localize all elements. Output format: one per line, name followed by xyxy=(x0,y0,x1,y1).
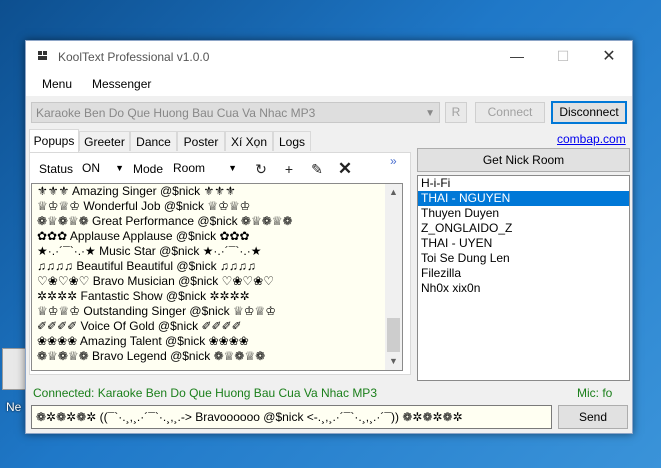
app-window: KoolText Professional v1.0.0 — ☐ ✕ Menu … xyxy=(25,40,633,434)
tab-dance[interactable]: Dance xyxy=(130,131,177,151)
list-item[interactable]: ♕♔♕♔ Wonderful Job @$nick ♕♔♕♔ xyxy=(32,199,402,214)
window-title: KoolText Professional v1.0.0 xyxy=(58,50,210,64)
pencil-icon[interactable]: ✎ xyxy=(306,158,328,180)
expand-icon[interactable]: » xyxy=(390,154,397,168)
menu-item-messenger[interactable]: Messenger xyxy=(92,77,151,91)
mode-label: Mode xyxy=(133,162,164,176)
scroll-thumb[interactable] xyxy=(387,318,400,352)
close-button[interactable]: ✕ xyxy=(586,41,632,72)
list-item[interactable]: Z_ONGLAIDO_Z xyxy=(418,221,629,236)
tab-greeter[interactable]: Greeter xyxy=(79,131,130,151)
list-item[interactable]: ★·.·´¯`·.·★ Music Star @$nick ★·.·´¯`·.·… xyxy=(32,244,402,259)
connect-button[interactable]: Connect xyxy=(475,102,545,123)
list-item[interactable]: ✿✿✿ Applause Applause @$nick ✿✿✿ xyxy=(32,229,402,244)
minimize-button[interactable]: — xyxy=(494,41,540,72)
list-item-selected[interactable]: THAI - NGUYEN xyxy=(418,191,629,206)
list-item[interactable]: H-i-Fi xyxy=(418,176,629,191)
tab-xi-xon[interactable]: Xí Xọn xyxy=(225,131,273,151)
chevron-down-icon: ▼ xyxy=(425,108,435,119)
scroll-up-icon[interactable]: ▲ xyxy=(385,184,402,201)
list-item[interactable]: ❁♕❁♕❁ Bravo Legend @$nick ❁♕❁♕❁ xyxy=(32,349,402,364)
refresh-icon[interactable]: ↻ xyxy=(250,158,272,180)
list-item[interactable]: THAI - UYEN xyxy=(418,236,629,251)
connection-status: Connected: Karaoke Ben Do Que Huong Bau … xyxy=(33,386,377,400)
list-item[interactable]: ♡❀♡❀♡ Bravo Musician @$nick ♡❀♡❀♡ xyxy=(32,274,402,289)
nick-list[interactable]: H-i-Fi THAI - NGUYEN Thuyen Duyen Z_ONGL… xyxy=(417,175,630,381)
message-input[interactable]: ❁✲❁✲❁✲ ((¯`·.¸,¸.·´¯`·.¸,¸.-> Bravoooooo… xyxy=(31,405,552,429)
list-item[interactable]: ❀❀❀❀ Amazing Talent @$nick ❀❀❀❀ xyxy=(32,334,402,349)
menu-item-menu[interactable]: Menu xyxy=(42,77,72,91)
list-item[interactable]: Filezilla xyxy=(418,266,629,281)
desktop-file-icon[interactable] xyxy=(2,348,26,390)
combap-link[interactable]: combap.com xyxy=(557,132,626,146)
chevron-down-icon: ▼ xyxy=(228,163,237,173)
send-button[interactable]: Send xyxy=(558,405,628,429)
get-nick-room-button[interactable]: Get Nick Room xyxy=(417,148,630,172)
list-item[interactable]: Nh0x xix0n xyxy=(418,281,629,296)
scroll-down-icon[interactable]: ▼ xyxy=(385,353,402,370)
menu-bar: Menu Messenger xyxy=(26,72,632,96)
mic-status: Mic: fo xyxy=(577,386,613,400)
list-item[interactable]: ♕♔♕♔ Outstanding Singer @$nick ♕♔♕♔ xyxy=(32,304,402,319)
list-item[interactable]: ❁♕❁♕❁ Great Performance @$nick ❁♕❁♕❁ xyxy=(32,214,402,229)
r-button[interactable]: R xyxy=(445,102,467,123)
list-item[interactable]: ⚜⚜⚜ Amazing Singer @$nick ⚜⚜⚜ xyxy=(32,184,402,199)
list-item[interactable]: Toi Se Dung Len xyxy=(418,251,629,266)
list-item[interactable]: ✐✐✐✐ Voice Of Gold @$nick ✐✐✐✐ xyxy=(32,319,402,334)
status-label: Status xyxy=(39,162,74,176)
status-combo-value: ON xyxy=(82,161,100,175)
list-item[interactable]: Thuyen Duyen xyxy=(418,206,629,221)
app-icon xyxy=(38,51,48,61)
server-select[interactable]: Karaoke Ben Do Que Huong Bau Cua Va Nhac… xyxy=(31,102,440,123)
maximize-button[interactable]: ☐ xyxy=(540,41,586,72)
chevron-down-icon: ▼ xyxy=(115,163,124,173)
tab-logs[interactable]: Logs xyxy=(273,131,311,151)
delete-icon[interactable]: ✕ xyxy=(334,158,356,180)
list-item[interactable]: ✲✲✲✲ Fantastic Show @$nick ✲✲✲✲ xyxy=(32,289,402,304)
mode-combo[interactable]: Room ▼ xyxy=(170,158,240,179)
status-combo[interactable]: ON ▼ xyxy=(79,158,127,179)
popup-list-scrollbar[interactable]: ▲ ▼ xyxy=(385,184,402,370)
tab-popups[interactable]: Popups xyxy=(29,129,79,152)
add-icon[interactable]: + xyxy=(278,158,300,180)
desktop-icon-label: Ne xyxy=(6,400,22,414)
list-item[interactable]: ♫♫♫♫ Beautiful Beautiful @$nick ♫♫♫♫ xyxy=(32,259,402,274)
tab-poster[interactable]: Poster xyxy=(177,131,225,151)
title-bar[interactable]: KoolText Professional v1.0.0 — ☐ ✕ xyxy=(26,41,632,72)
mode-combo-value: Room xyxy=(173,161,206,175)
server-select-value: Karaoke Ben Do Que Huong Bau Cua Va Nhac… xyxy=(36,106,316,120)
disconnect-button[interactable]: Disconnect xyxy=(551,101,627,124)
popup-list[interactable]: ⚜⚜⚜ Amazing Singer @$nick ⚜⚜⚜ ♕♔♕♔ Wonde… xyxy=(31,183,403,371)
